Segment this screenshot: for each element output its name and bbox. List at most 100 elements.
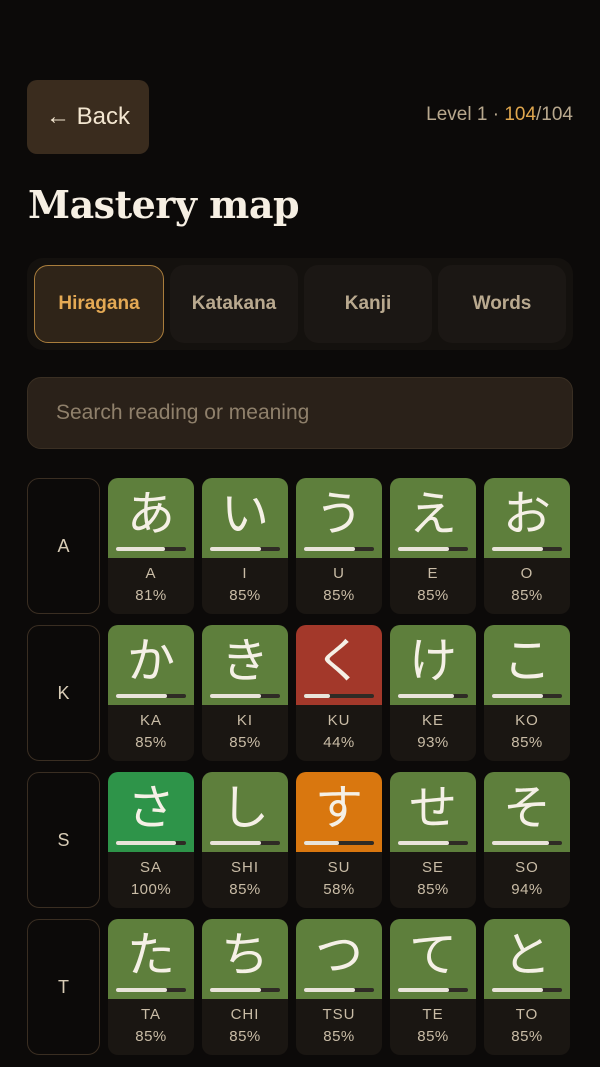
kana-card[interactable]: け KE 93% [390, 625, 476, 761]
romaji-label: TA [140, 1006, 162, 1023]
kana-card[interactable]: こ KO 85% [484, 625, 570, 761]
mastery-bar-fill [398, 988, 450, 992]
row-label[interactable]: A [27, 478, 100, 614]
back-label: ← Back [45, 103, 131, 130]
kana-card[interactable]: そ SO 94% [484, 772, 570, 908]
romaji-label: SO [515, 859, 539, 876]
mastery-bar [492, 547, 562, 551]
level-progress: Level 1 · 104/104 [426, 104, 573, 126]
mastery-bar-fill [116, 694, 168, 698]
kana-tile: う [296, 478, 382, 558]
mastery-bar [210, 988, 280, 992]
mastery-percent: 85% [323, 1028, 355, 1045]
search-input[interactable]: Search reading or meaning [27, 377, 573, 449]
mastery-bar-fill [492, 988, 544, 992]
mastery-bar [398, 694, 468, 698]
kana-card[interactable]: あ A 81% [108, 478, 194, 614]
romaji-label: SE [421, 859, 444, 876]
kana-card[interactable]: つ TSU 85% [296, 919, 382, 1055]
mastery-bar-fill [210, 841, 262, 845]
row-label[interactable]: T [27, 919, 100, 1055]
mastery-bar [304, 547, 374, 551]
kana-row: A あ A 81% い I 85% う U 85% え E 85% お O 85% [27, 478, 573, 614]
kana-row: K か KA 85% き KI 85% く KU 44% け KE 93% こ KO 85% [27, 625, 573, 761]
row-label[interactable]: S [27, 772, 100, 908]
romaji-label: TSU [322, 1006, 356, 1023]
tab-hiragana[interactable]: Hiragana [34, 265, 164, 343]
mastery-bar-fill [304, 547, 356, 551]
mastery-percent: 85% [135, 1028, 167, 1045]
kana-card[interactable]: お O 85% [484, 478, 570, 614]
kana-tile: け [390, 625, 476, 705]
mastery-percent: 81% [135, 587, 167, 604]
romaji-label: SA [139, 859, 162, 876]
mastery-bar [398, 988, 468, 992]
mastery-bar-fill [116, 841, 177, 845]
kana-card[interactable]: た TA 85% [108, 919, 194, 1055]
kana-card[interactable]: う U 85% [296, 478, 382, 614]
kana-character: く [314, 633, 363, 689]
kana-character: お [502, 486, 551, 542]
romaji-label: SU [327, 859, 351, 876]
kana-card[interactable]: さ SA 100% [108, 772, 194, 908]
back-button[interactable]: ← Back [27, 80, 149, 154]
mastery-bar [116, 547, 186, 551]
mastery-bar [398, 547, 468, 551]
kana-card[interactable]: え E 85% [390, 478, 476, 614]
mastery-bar-fill [116, 988, 168, 992]
mastery-bar [116, 694, 186, 698]
romaji-label: I [242, 565, 248, 582]
kana-character: う [314, 486, 363, 542]
mastery-percent: 85% [511, 1028, 543, 1045]
mastery-bar [492, 694, 562, 698]
mastery-bar-fill [492, 547, 544, 551]
kana-grid: A あ A 81% い I 85% う U 85% え E 85% お O 85% K か KA 85% き KI 85% く… [27, 478, 573, 1066]
kana-character: き [220, 633, 269, 689]
kana-character: ち [220, 927, 269, 983]
kana-row: T た TA 85% ち CHI 85% つ TSU 85% て TE 85% と TO 85% [27, 919, 573, 1055]
mastery-percent: 85% [229, 1028, 261, 1045]
kana-card[interactable]: す SU 58% [296, 772, 382, 908]
tab-kanji[interactable]: Kanji [304, 265, 432, 343]
kana-card[interactable]: き KI 85% [202, 625, 288, 761]
row-label[interactable]: K [27, 625, 100, 761]
mastery-percent: 58% [323, 881, 355, 898]
level-total: /104 [536, 104, 573, 125]
kana-character: さ [126, 780, 175, 836]
kana-card[interactable]: く KU 44% [296, 625, 382, 761]
tab-katakana[interactable]: Katakana [170, 265, 298, 343]
romaji-label: KO [515, 712, 539, 729]
kana-card[interactable]: と TO 85% [484, 919, 570, 1055]
tab-words[interactable]: Words [438, 265, 566, 343]
mastery-percent: 85% [135, 734, 167, 751]
mastery-bar-fill [398, 841, 450, 845]
mastery-percent: 85% [229, 881, 261, 898]
romaji-label: O [520, 565, 534, 582]
kana-card[interactable]: い I 85% [202, 478, 288, 614]
romaji-label: KE [421, 712, 444, 729]
kana-character: あ [126, 486, 175, 542]
mastery-bar-fill [398, 694, 454, 698]
mastery-bar [304, 694, 374, 698]
kana-tile: と [484, 919, 570, 999]
mastery-percent: 85% [229, 587, 261, 604]
kana-character: つ [314, 927, 363, 983]
kana-tile: し [202, 772, 288, 852]
kana-tile: え [390, 478, 476, 558]
kana-card[interactable]: か KA 85% [108, 625, 194, 761]
mastery-percent: 94% [511, 881, 543, 898]
mastery-bar [116, 988, 186, 992]
mastery-bar [116, 841, 186, 845]
kana-card[interactable]: せ SE 85% [390, 772, 476, 908]
kana-card[interactable]: ち CHI 85% [202, 919, 288, 1055]
mastery-percent: 85% [417, 881, 449, 898]
script-tabs: Hiragana Katakana Kanji Words [27, 258, 573, 350]
mastery-percent: 85% [511, 587, 543, 604]
romaji-label: A [145, 565, 157, 582]
kana-card[interactable]: し SHI 85% [202, 772, 288, 908]
mastery-bar-fill [398, 547, 450, 551]
mastery-percent: 85% [511, 734, 543, 751]
mastery-bar [210, 547, 280, 551]
romaji-label: TO [515, 1006, 539, 1023]
kana-card[interactable]: て TE 85% [390, 919, 476, 1055]
